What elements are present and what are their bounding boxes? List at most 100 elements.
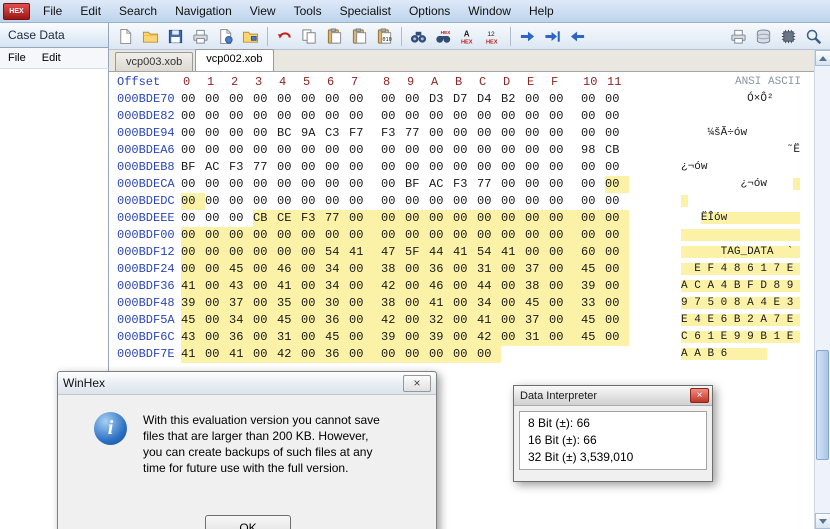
hex-byte[interactable]: 00 <box>501 295 525 312</box>
hex-byte[interactable]: C3 <box>325 125 349 142</box>
hex-byte[interactable]: 00 <box>301 312 325 329</box>
row-offset[interactable]: 000BDF48 <box>109 295 181 312</box>
hex-byte[interactable]: 00 <box>349 176 381 193</box>
hex-byte[interactable]: 00 <box>277 227 301 244</box>
row-offset[interactable]: 000BDF6C <box>109 329 181 346</box>
hex-byte[interactable]: 00 <box>549 261 581 278</box>
hex-byte[interactable]: 31 <box>477 261 501 278</box>
hex-byte[interactable]: 00 <box>525 210 549 227</box>
hex-byte[interactable]: 45 <box>581 312 605 329</box>
row-offset[interactable]: 000BDF7E <box>109 346 181 363</box>
hex-byte[interactable]: 39 <box>181 295 205 312</box>
hex-byte[interactable]: 00 <box>253 227 277 244</box>
hex-byte[interactable]: 00 <box>405 193 429 210</box>
hex-byte[interactable]: 00 <box>205 176 229 193</box>
hex-byte[interactable]: 00 <box>453 346 477 363</box>
hex-byte[interactable]: 45 <box>325 329 349 346</box>
hex-byte[interactable]: 00 <box>477 346 501 363</box>
hex-byte[interactable]: 00 <box>581 108 605 125</box>
hex-byte[interactable]: 00 <box>549 91 581 108</box>
hex-byte[interactable]: 77 <box>477 176 501 193</box>
copy-block-icon[interactable] <box>348 25 371 48</box>
hex-byte[interactable]: 41 <box>181 278 205 295</box>
hex-byte[interactable]: 00 <box>181 210 205 227</box>
hex-byte[interactable]: 00 <box>581 125 605 142</box>
hex-byte[interactable]: 00 <box>349 210 381 227</box>
hex-byte[interactable]: 34 <box>477 295 501 312</box>
hex-byte[interactable]: 47 <box>381 244 405 261</box>
hex-byte[interactable]: 00 <box>605 244 629 261</box>
row-ascii[interactable] <box>681 193 801 210</box>
scroll-up-icon[interactable] <box>815 50 830 66</box>
row-offset[interactable]: 000BDEEE <box>109 210 181 227</box>
menu-navigation[interactable]: Navigation <box>166 0 241 23</box>
hex-byte[interactable]: 00 <box>349 193 381 210</box>
hex-byte[interactable]: 00 <box>501 108 525 125</box>
hex-byte[interactable]: F3 <box>301 210 325 227</box>
hex-byte[interactable]: 00 <box>205 346 229 363</box>
hex-byte[interactable]: 00 <box>381 193 405 210</box>
row-ascii[interactable]: ¿¬ów <box>681 159 801 176</box>
export-icon[interactable] <box>752 25 775 48</box>
hex-byte[interactable]: 00 <box>277 244 301 261</box>
hex-byte[interactable]: 00 <box>549 159 581 176</box>
hex-byte[interactable]: 00 <box>229 193 253 210</box>
hex-byte[interactable]: 00 <box>453 193 477 210</box>
hex-byte[interactable]: 00 <box>477 159 501 176</box>
hex-byte[interactable]: 5F <box>405 244 429 261</box>
hex-byte[interactable]: 00 <box>429 346 453 363</box>
menu-options[interactable]: Options <box>400 0 459 23</box>
hex-byte[interactable]: 44 <box>429 244 453 261</box>
hex-byte[interactable]: 00 <box>325 193 349 210</box>
hex-byte[interactable]: 00 <box>205 193 229 210</box>
hex-byte[interactable]: 45 <box>525 295 549 312</box>
hex-byte[interactable]: 00 <box>477 193 501 210</box>
hex-byte[interactable]: 00 <box>605 159 629 176</box>
menu-search[interactable]: Search <box>110 0 166 23</box>
hex-byte[interactable]: 00 <box>549 227 581 244</box>
hex-byte[interactable]: 00 <box>205 125 229 142</box>
hex-byte[interactable]: 00 <box>549 329 581 346</box>
hex-byte[interactable]: 00 <box>381 91 405 108</box>
hex-byte[interactable]: 00 <box>229 176 253 193</box>
hex-byte[interactable]: 00 <box>301 227 325 244</box>
hex-byte[interactable]: 00 <box>453 278 477 295</box>
hex-byte[interactable]: D3 <box>429 91 453 108</box>
hex-byte[interactable]: 00 <box>349 91 381 108</box>
hex-byte[interactable]: 00 <box>501 312 525 329</box>
hex-byte[interactable]: 42 <box>477 329 501 346</box>
row-ascii[interactable]: ËÎów <box>681 210 801 227</box>
hex-byte[interactable]: 41 <box>181 346 205 363</box>
hex-byte[interactable]: 00 <box>453 261 477 278</box>
hex-byte[interactable]: 00 <box>301 159 325 176</box>
hex-byte[interactable]: 42 <box>277 346 301 363</box>
hex-byte[interactable]: 00 <box>253 261 277 278</box>
hex-byte[interactable]: 00 <box>453 210 477 227</box>
menu-file[interactable]: File <box>34 0 71 23</box>
hex-byte[interactable]: 00 <box>181 193 205 210</box>
hex-byte[interactable]: 00 <box>349 329 381 346</box>
hex-byte[interactable]: 00 <box>501 159 525 176</box>
hex-byte[interactable]: 00 <box>501 176 525 193</box>
hex-byte[interactable]: 00 <box>381 176 405 193</box>
hex-byte[interactable]: 00 <box>349 346 381 363</box>
hex-byte[interactable]: 00 <box>605 312 629 329</box>
hex-byte[interactable]: 00 <box>277 108 301 125</box>
hex-byte[interactable]: 00 <box>181 108 205 125</box>
row-ascii[interactable] <box>681 108 801 125</box>
hex-byte[interactable]: 00 <box>277 193 301 210</box>
hex-byte[interactable]: 00 <box>429 108 453 125</box>
row-ascii[interactable]: E F 4 8 6 1 7 E <box>681 261 801 278</box>
print-icon[interactable] <box>189 25 212 48</box>
hex-byte[interactable]: 00 <box>429 125 453 142</box>
tab-vcp002[interactable]: vcp002.xob <box>195 49 273 71</box>
hex-byte[interactable]: 00 <box>477 142 501 159</box>
hex-byte[interactable]: 45 <box>277 312 301 329</box>
hex-byte[interactable]: 00 <box>405 142 429 159</box>
hex-byte[interactable]: 42 <box>381 278 405 295</box>
hex-byte[interactable]: 41 <box>501 244 525 261</box>
hex-byte[interactable]: 45 <box>581 261 605 278</box>
drive-image-icon[interactable] <box>777 25 800 48</box>
hex-byte[interactable]: 00 <box>405 108 429 125</box>
case-menu-file[interactable]: File <box>0 48 34 68</box>
